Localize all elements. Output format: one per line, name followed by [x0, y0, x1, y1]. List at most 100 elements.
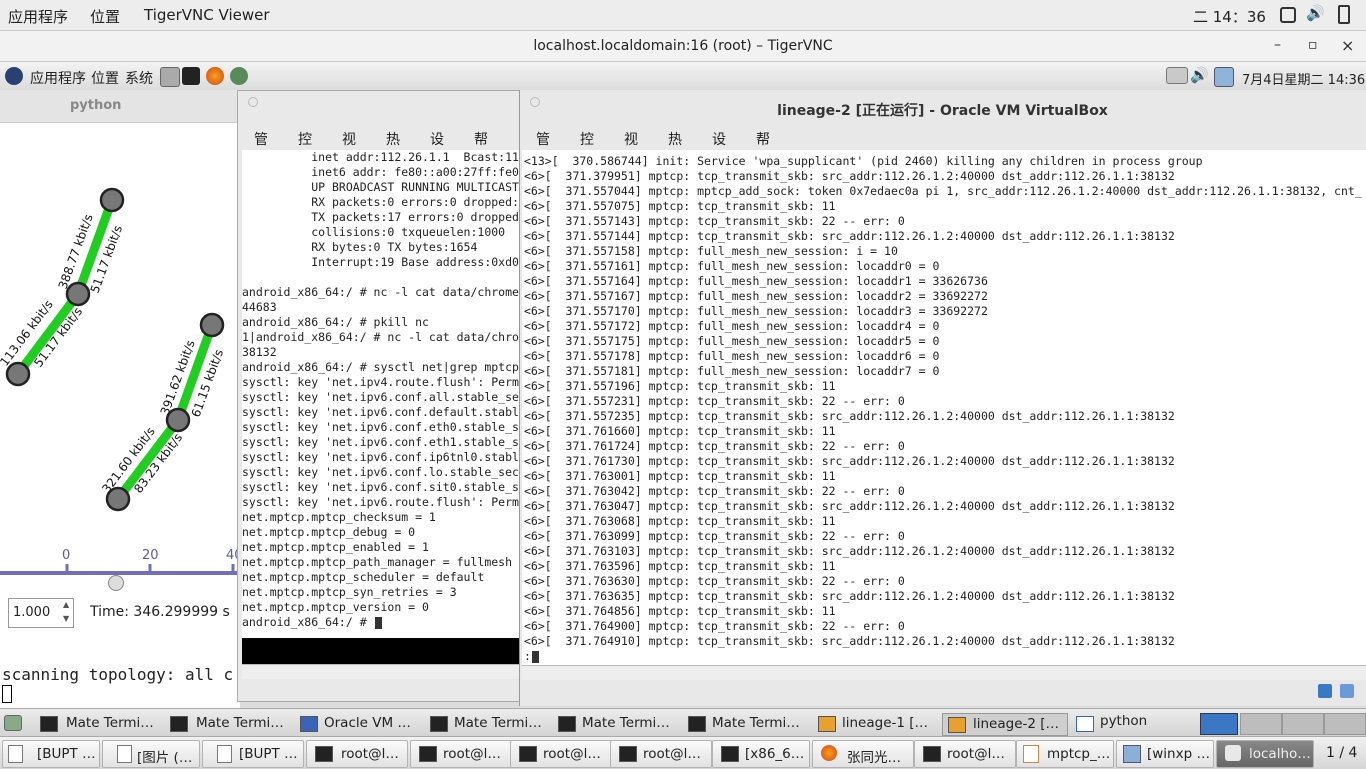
remote-applications-menu[interactable]: 应用程序: [30, 68, 86, 88]
screen-icon[interactable]: [1280, 7, 1296, 23]
terminal-icon[interactable]: [182, 67, 200, 85]
vnc-titlebar: localhost.localdomain:16 (root) – TigerV…: [0, 31, 1366, 62]
file-manager-icon[interactable]: [160, 67, 180, 87]
task-item[interactable]: [x86_6…: [712, 740, 810, 768]
task-item[interactable]: root@l…: [410, 740, 512, 768]
time-slider-handle[interactable]: [108, 575, 124, 591]
workspace-1[interactable]: [1200, 713, 1238, 735]
console-log-line: <6>[ 371.763596] mptcp: tcp_transmit_skb…: [524, 559, 836, 573]
window-dot-icon[interactable]: [248, 97, 258, 107]
ruler-tick-label: 0: [62, 548, 70, 563]
console-log-line: <6>[ 371.557175] mptcp: full_mesh_new_se…: [524, 334, 940, 348]
terminal-line: sysctl: key 'net.ipv6.conf.eth1.stable_s: [242, 435, 519, 449]
terminal-line: android_x86_64:/ # nc -l cat data/chrome: [242, 285, 519, 299]
workspace-3[interactable]: [1282, 713, 1324, 735]
network-icon[interactable]: [230, 67, 248, 85]
workspace-2[interactable]: [1240, 713, 1282, 735]
terminal-line: UP BROADCAST RUNNING MULTICAST: [242, 180, 519, 194]
volume-icon[interactable]: 🔊: [1190, 66, 1209, 84]
console-log-line: <6>[ 371.557075] mptcp: tcp_transmit_skb…: [524, 199, 836, 213]
terminal-line: sysctl: key 'net.ipv6.conf.eth0.stable_s: [242, 420, 519, 434]
python-console[interactable]: scanning topology: all c: [0, 664, 240, 708]
applications-menu[interactable]: 应用程序: [8, 6, 68, 27]
terminal-line: android_x86_64:/ #: [242, 615, 374, 629]
terminal-line: Interrupt:19 Base address:0xd0: [242, 255, 519, 269]
clock[interactable]: 二 14：36: [1193, 6, 1266, 27]
terminal-output[interactable]: inet addr:112.26.1.1 Bcast:11 inet6 addr…: [242, 150, 520, 638]
console-log-line: <6>[ 371.764910] mptcp: tcp_transmit_skb…: [524, 634, 1175, 648]
battery-icon[interactable]: [1338, 5, 1350, 24]
remote-datetime[interactable]: 7月4日星期二 14:36: [1242, 69, 1365, 88]
terminal-line: net.mptcp.mptcp_path_manager = fullmesh: [242, 555, 513, 569]
console-log-line: :: [524, 649, 531, 663]
terminal-line: 1|android_x86_64:/ # nc -l cat data/chro: [242, 330, 519, 344]
minimize-button[interactable]: –: [1274, 37, 1281, 53]
terminal-line: sysctl: key 'net.ipv6.conf.all.stable_se: [242, 390, 519, 404]
task-item[interactable]: 张同光…: [812, 740, 914, 768]
task-item-active[interactable]: lineage-2 […: [942, 713, 1068, 736]
task-item[interactable]: root@l…: [510, 740, 612, 768]
topology-graph[interactable]: 113.06 kbit/s 51.17 kbit/s 388.77 kbit/s…: [0, 122, 240, 577]
workspace-4[interactable]: [1324, 713, 1366, 735]
task-item[interactable]: mptcp_…: [1016, 740, 1114, 768]
terminal-line: sysctl: key 'net.ipv4.route.flush': Perm: [242, 375, 519, 389]
console-log-line: <6>[ 371.764856] mptcp: tcp_transmit_skb…: [524, 604, 836, 618]
task-item-active[interactable]: localho…: [1216, 740, 1314, 768]
speed-spinbox[interactable]: 1.000 ▲ ▼: [8, 598, 74, 628]
network-status-icon[interactable]: [1214, 67, 1234, 87]
console-log-line: <6>[ 371.557158] mptcp: full_mesh_new_se…: [524, 244, 898, 258]
console-log-line: <6>[ 371.557231] mptcp: tcp_transmit_skb…: [524, 394, 905, 408]
keyboard-icon[interactable]: [1166, 67, 1188, 84]
vbox-window-title: lineage-2 [正在运行] - Oracle VM VirtualBox: [777, 103, 1108, 119]
console-log-line: <6>[ 371.557172] mptcp: full_mesh_new_se…: [524, 319, 940, 333]
console-log-line: <6>[ 371.763635] mptcp: tcp_transmit_skb…: [524, 589, 1175, 603]
close-button[interactable]: ×: [1341, 36, 1354, 55]
vbox-titlebar[interactable]: lineage-2 [正在运行] - Oracle VM VirtualBox: [519, 92, 1366, 122]
places-menu[interactable]: 位置: [90, 6, 120, 27]
active-app-name[interactable]: TigerVNC Viewer: [144, 6, 270, 24]
console-log-line: <6>[ 371.763099] mptcp: tcp_transmit_skb…: [524, 529, 905, 543]
terminal-line: RX packets:0 errors:0 dropped:: [242, 195, 519, 209]
task-item[interactable]: root@l…: [914, 740, 1016, 768]
console-log-line: <6>[ 371.379951] mptcp: tcp_transmit_skb…: [524, 169, 1175, 183]
terminal-line: net.mptcp.mptcp_checksum = 1: [242, 510, 436, 524]
workspace-indicator[interactable]: 1 / 4: [1326, 745, 1357, 761]
show-desktop-icon[interactable]: [4, 715, 22, 731]
python-titlebar[interactable]: python: [0, 90, 240, 123]
remote-system-menu[interactable]: 系统: [125, 68, 153, 88]
spin-up-icon[interactable]: ▲: [63, 600, 69, 609]
vbox-hscrollbar[interactable]: [522, 665, 1366, 680]
console-cursor: [2, 685, 12, 703]
firefox-icon[interactable]: [206, 67, 224, 85]
task-item[interactable]: root@l…: [610, 740, 712, 768]
terminal-hscrollbar[interactable]: [242, 664, 520, 679]
terminal-line: net.mptcp.mptcp_version = 0: [242, 600, 429, 614]
vm-console-output[interactable]: <13>[ 370.586744] init: Service 'wpa_sup…: [522, 150, 1366, 665]
console-log-line: <6>[ 371.763630] mptcp: tcp_transmit_skb…: [524, 574, 905, 588]
remote-places-menu[interactable]: 位置: [91, 68, 119, 88]
terminal-line: TX packets:17 errors:0 dropped: [242, 210, 519, 224]
vbox-status-icon[interactable]: [1340, 684, 1354, 698]
vbox-status-icon[interactable]: [1318, 684, 1332, 698]
speed-value[interactable]: 1.000: [13, 605, 50, 620]
terminal-line: sysctl: key 'net.ipv6.conf.sit0.stable_s: [242, 480, 519, 494]
terminal-line: sysctl: key 'net.ipv6.conf.ip6tnl0.stabl: [242, 450, 519, 464]
console-log-line: <6>[ 371.557143] mptcp: tcp_transmit_skb…: [524, 214, 905, 228]
graph-node: [199, 312, 225, 338]
task-item[interactable]: [winxp …: [1116, 740, 1214, 768]
console-log-line: <6>[ 371.761730] mptcp: tcp_transmit_skb…: [524, 454, 1175, 468]
terminal-line: net.mptcp.mptcp_scheduler = default: [242, 570, 485, 584]
terminal-line: net.mptcp.mptcp_syn_retries = 3: [242, 585, 457, 599]
console-log-line: <6>[ 371.763042] mptcp: tcp_transmit_skb…: [524, 484, 905, 498]
maximize-button[interactable]: ▫: [1308, 37, 1318, 53]
task-item[interactable]: [BUPT …: [2, 740, 100, 768]
task-item[interactable]: root@l…: [306, 740, 408, 768]
terminal-cursor: [375, 617, 382, 629]
fedora-logo-icon[interactable]: [5, 67, 23, 85]
task-item[interactable]: [BUPT …: [202, 740, 304, 768]
spin-down-icon[interactable]: ▼: [63, 614, 69, 623]
console-log-line: <6>[ 371.557235] mptcp: tcp_transmit_skb…: [524, 409, 1175, 423]
vnc-window-title: localhost.localdomain:16 (root) – TigerV…: [533, 38, 833, 54]
task-item[interactable]: [图片 (…: [102, 740, 200, 768]
volume-icon[interactable]: 🔊: [1306, 4, 1325, 22]
